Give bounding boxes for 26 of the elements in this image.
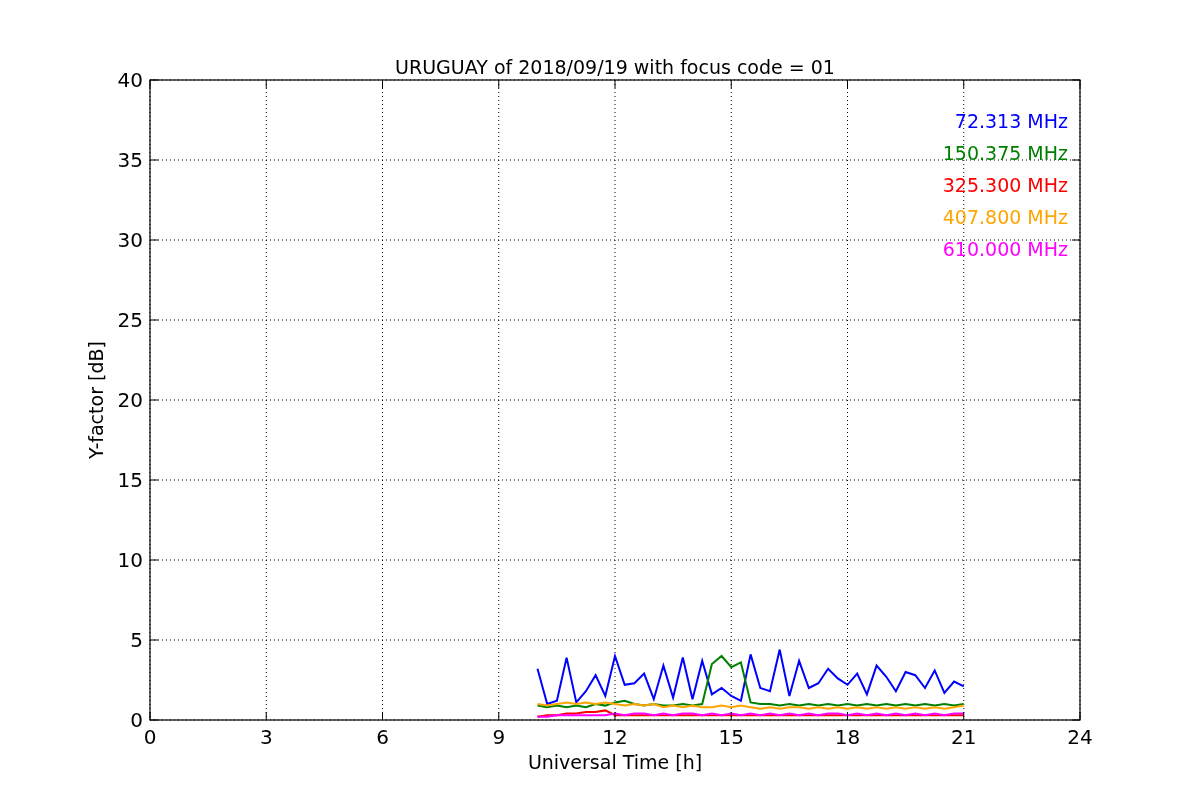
y-tick-label: 15 [117,468,143,492]
chart-title: URUGUAY of 2018/09/19 with focus code = 01 [395,56,835,78]
y-axis-label: Y-factor [dB] [85,341,107,459]
x-tick-label: 0 [143,725,157,749]
y-tick-label: 35 [117,148,143,172]
y-tick-label: 30 [117,228,143,252]
y-tick-label: 25 [117,308,143,332]
legend-label: 407.800 MHz [942,206,1068,228]
x-tick-label: 15 [718,725,744,749]
legend-label: 150.375 MHz [942,142,1068,164]
y-tick-label: 20 [117,388,143,412]
legend-label: 72.313 MHz [954,110,1068,132]
x-tick-label: 3 [259,725,273,749]
x-axis-label: Universal Time [h] [527,751,703,773]
y-tick-label: 5 [130,628,143,652]
y-tick-label: 0 [130,708,143,732]
y-tick-label: 10 [117,548,143,572]
x-tick-label: 18 [834,725,861,749]
x-tick-label: 21 [951,725,977,749]
x-tick-label: 24 [1067,725,1093,749]
legend-label: 325.300 MHz [942,174,1068,196]
y-tick-label: 40 [117,68,143,92]
x-tick-label: 6 [376,725,389,749]
x-tick-label: 9 [492,725,506,749]
x-tick-label: 12 [602,725,628,749]
legend-label: 610.000 MHz [942,238,1068,260]
